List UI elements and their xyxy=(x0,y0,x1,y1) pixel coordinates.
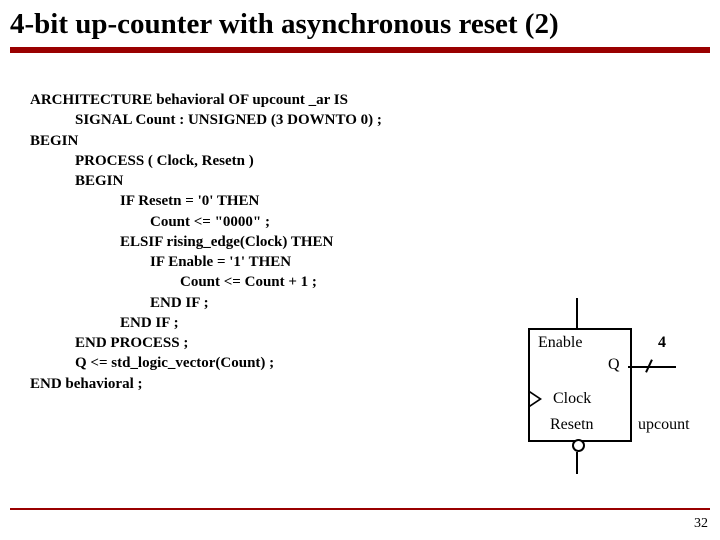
code-line: END IF ; xyxy=(30,295,209,311)
code-line: Count <= Count + 1 ; xyxy=(30,274,317,290)
page-number: 32 xyxy=(694,516,708,532)
code-line: Count <= "0000" ; xyxy=(30,214,270,230)
code-line: ELSIF rising_edge(Clock) THEN xyxy=(30,234,333,250)
footer-rule xyxy=(10,508,710,510)
block-name-label: upcount xyxy=(638,416,690,434)
code-line: IF Resetn = '0' THEN xyxy=(30,193,259,209)
q-wire xyxy=(628,366,676,368)
clock-label: Clock xyxy=(553,390,591,408)
slide-title: 4-bit up-counter with asynchronous reset… xyxy=(0,0,720,47)
block-diagram: Enable Q 4 Clock Resetn upcount xyxy=(520,290,700,480)
inversion-bubble-icon xyxy=(572,439,585,452)
q-label: Q xyxy=(608,356,620,374)
code-line: ARCHITECTURE behavioral OF upcount _ar I… xyxy=(30,92,348,108)
code-line: BEGIN xyxy=(30,173,123,189)
code-line: END IF ; xyxy=(30,315,179,331)
code-line: SIGNAL Count : UNSIGNED (3 DOWNTO 0) ; xyxy=(30,112,382,128)
title-rule xyxy=(10,47,710,53)
code-line: IF Enable = '1' THEN xyxy=(30,254,291,270)
vhdl-code: ARCHITECTURE behavioral OF upcount _ar I… xyxy=(30,90,382,394)
code-line: END PROCESS ; xyxy=(30,335,188,351)
enable-wire xyxy=(576,298,578,328)
bus-width-label: 4 xyxy=(658,334,666,352)
code-line: Q <= std_logic_vector(Count) ; xyxy=(30,355,274,371)
code-line: END behavioral ; xyxy=(30,376,143,392)
resetn-wire xyxy=(576,452,578,474)
clock-edge-icon-fill xyxy=(530,393,539,405)
enable-label: Enable xyxy=(538,334,582,352)
code-line: BEGIN xyxy=(30,133,78,149)
resetn-label: Resetn xyxy=(550,416,594,434)
code-line: PROCESS ( Clock, Resetn ) xyxy=(30,153,254,169)
